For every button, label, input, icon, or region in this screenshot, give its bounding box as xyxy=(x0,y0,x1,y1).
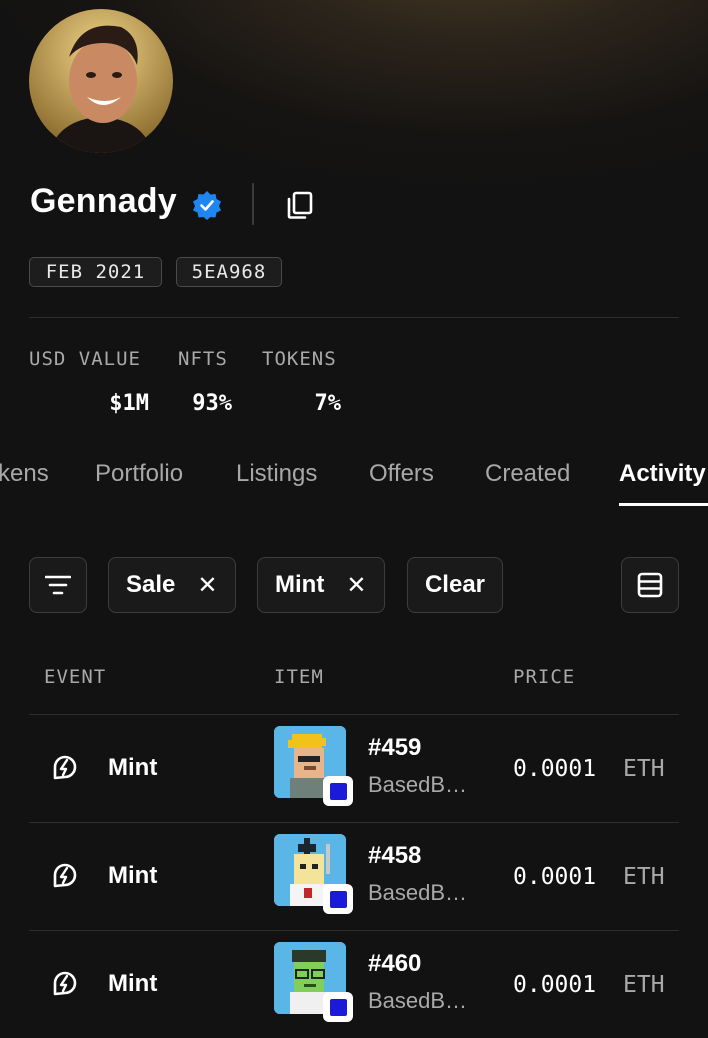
tokens-label: TOKENS xyxy=(262,348,337,370)
chain-badge-icon xyxy=(323,884,353,914)
profile-name: Gennady xyxy=(30,182,177,220)
filter-chip-sale[interactable]: Sale ✕ xyxy=(108,557,236,613)
mint-event-icon xyxy=(53,971,77,996)
filter-icon xyxy=(45,575,71,595)
price-value: 0.0001 xyxy=(513,756,597,782)
table-row[interactable]: Mint #459 BasedB… 0.0001 ETH xyxy=(0,714,708,822)
row-divider xyxy=(29,930,679,931)
price-value: 0.0001 xyxy=(513,972,597,998)
mint-event-icon xyxy=(53,755,77,780)
mint-event-icon xyxy=(53,863,77,888)
active-tab-indicator xyxy=(619,503,708,506)
filter-chip-label: Mint xyxy=(275,571,325,598)
close-icon[interactable]: ✕ xyxy=(197,571,217,600)
usd-value: $1M xyxy=(109,391,149,416)
price-currency: ETH xyxy=(623,972,665,998)
tokens-value: 7% xyxy=(314,391,342,416)
collection-name[interactable]: BasedB… xyxy=(368,988,467,1014)
chain-badge-icon xyxy=(323,992,353,1022)
close-icon[interactable]: ✕ xyxy=(346,571,366,600)
event-type: Mint xyxy=(108,862,158,889)
table-row[interactable]: Mint #458 BasedB… 0.0001 ETH xyxy=(0,822,708,930)
event-type: Mint xyxy=(108,754,158,781)
chain-badge-icon xyxy=(323,776,353,806)
row-divider xyxy=(29,822,679,823)
item-id[interactable]: #459 xyxy=(368,734,421,762)
nfts-value: 93% xyxy=(192,391,232,416)
divider xyxy=(29,317,679,318)
view-toggle-button[interactable] xyxy=(621,557,679,613)
address-tag[interactable]: 5EA968 xyxy=(176,257,282,287)
tab-activity[interactable]: Activity xyxy=(619,460,706,488)
filter-chip-mint[interactable]: Mint ✕ xyxy=(257,557,385,613)
collection-name[interactable]: BasedB… xyxy=(368,772,467,798)
filter-chip-label: Sale xyxy=(126,571,176,598)
table-row[interactable]: Mint #460 BasedB… 0.0001 ETH xyxy=(0,930,708,1038)
column-header-price: PRICE xyxy=(513,666,576,688)
avatar-portrait xyxy=(29,9,173,153)
collection-name[interactable]: BasedB… xyxy=(368,880,467,906)
tab-portfolio[interactable]: Portfolio xyxy=(95,460,183,488)
copy-icon[interactable] xyxy=(284,189,316,221)
filter-button[interactable] xyxy=(29,557,87,613)
tab-listings[interactable]: Listings xyxy=(236,460,317,488)
nfts-label: NFTS xyxy=(178,348,228,370)
price-currency: ETH xyxy=(623,864,665,890)
event-type: Mint xyxy=(108,970,158,997)
tab-tokens[interactable]: kens xyxy=(0,460,49,488)
profile-avatar[interactable] xyxy=(29,9,173,153)
tab-offers[interactable]: Offers xyxy=(369,460,434,488)
item-id[interactable]: #458 xyxy=(368,842,421,870)
verified-badge-icon xyxy=(193,191,221,220)
joined-date-tag: FEB 2021 xyxy=(29,257,162,287)
tab-created[interactable]: Created xyxy=(485,460,570,488)
clear-filters-button[interactable]: Clear xyxy=(407,557,503,613)
column-header-event: EVENT xyxy=(44,666,107,688)
price-currency: ETH xyxy=(623,756,665,782)
price-value: 0.0001 xyxy=(513,864,597,890)
name-divider xyxy=(252,183,254,225)
usd-value-label: USD VALUE xyxy=(29,348,141,370)
row-divider xyxy=(29,714,679,715)
column-header-item: ITEM xyxy=(274,666,324,688)
list-view-icon xyxy=(637,572,663,598)
item-id[interactable]: #460 xyxy=(368,950,421,978)
